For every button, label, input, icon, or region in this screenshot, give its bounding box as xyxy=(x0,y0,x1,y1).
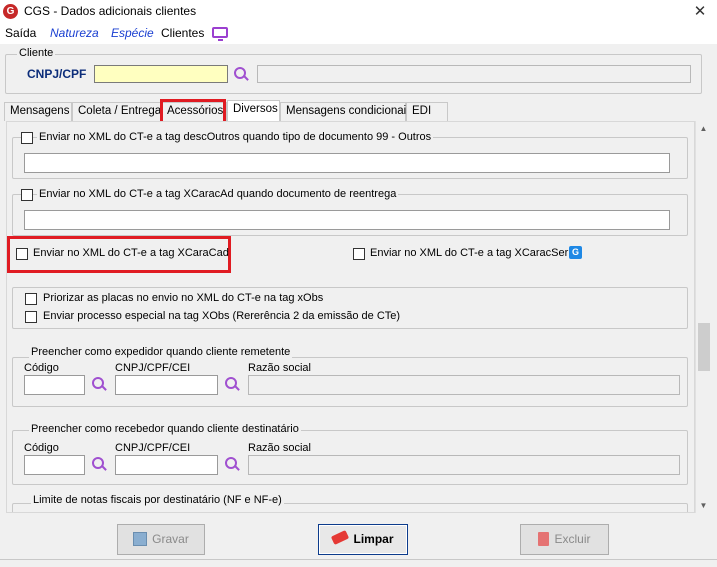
xcaracad-label: Enviar no XML do CT-e a tag XCaraCad xyxy=(33,247,229,259)
expedidor-codigo-label: Código xyxy=(24,362,59,374)
gravar-label: Gravar xyxy=(152,532,189,546)
scrollbar-thumb[interactable] xyxy=(698,323,710,371)
xcaracad-reentrega-checkbox[interactable] xyxy=(21,189,33,201)
expedidor-razao-field xyxy=(248,375,680,395)
recebedor-cnpj-search-icon[interactable] xyxy=(225,457,240,472)
close-icon[interactable]: ✕ xyxy=(690,2,710,20)
window-title: CGS - Dados adicionais clientes xyxy=(24,4,197,18)
processo-especial-checkbox[interactable] xyxy=(25,311,37,323)
tab-coleta-entrega[interactable]: Coleta / Entrega xyxy=(72,102,161,121)
menu-especie[interactable]: Espécie xyxy=(111,26,154,40)
desc-outros-label: Enviar no XML do CT-e a tag descOutros q… xyxy=(37,131,434,143)
xcaracser-checkbox[interactable] xyxy=(353,248,365,260)
eraser-icon xyxy=(331,530,350,545)
search-icon[interactable] xyxy=(234,67,249,82)
tab-diversos[interactable]: Diversos xyxy=(227,100,280,121)
priorizar-placas-label: Priorizar as placas no envio no XML do C… xyxy=(43,292,324,304)
recebedor-cnpj-input[interactable] xyxy=(115,455,218,475)
scroll-up-arrow-icon[interactable]: ▲ xyxy=(695,124,712,133)
app-logo-icon: G xyxy=(3,4,18,19)
excluir-label: Excluir xyxy=(554,532,591,546)
cnpj-cpf-label: CNPJ/CPF xyxy=(27,67,87,81)
diversos-panel: Enviar no XML do CT-e a tag descOutros q… xyxy=(6,121,695,513)
xcaracad-reentrega-input[interactable] xyxy=(24,210,670,230)
recebedor-razao-field xyxy=(248,455,680,475)
expedidor-codigo-search-icon[interactable] xyxy=(92,377,107,392)
menu-clientes[interactable]: Clientes xyxy=(161,26,204,40)
excluir-button[interactable]: Excluir xyxy=(520,524,609,555)
vertical-scrollbar[interactable] xyxy=(695,121,712,513)
recebedor-razao-label: Razão social xyxy=(248,442,311,454)
menu-saida[interactable]: Saída xyxy=(5,26,36,40)
scroll-down-arrow-icon[interactable]: ▼ xyxy=(695,501,712,510)
gravar-button[interactable]: Gravar xyxy=(117,524,205,555)
limpar-label: Limpar xyxy=(353,532,394,546)
desc-outros-input[interactable] xyxy=(24,153,670,173)
floppy-icon xyxy=(133,532,148,546)
expedidor-cnpj-search-icon[interactable] xyxy=(225,377,240,392)
trash-icon xyxy=(538,532,550,546)
limpar-button[interactable]: Limpar xyxy=(318,524,408,555)
cliente-group-label: Cliente xyxy=(17,47,56,59)
tab-strip: Mensagens Coleta / Entrega Acessórios Di… xyxy=(4,100,717,121)
expedidor-cnpj-input[interactable] xyxy=(115,375,218,395)
recebedor-cnpj-label: CNPJ/CPF/CEI xyxy=(115,442,191,454)
cnpj-cpf-input[interactable] xyxy=(94,65,228,83)
processo-especial-label: Enviar processo especial na tag XObs (Re… xyxy=(43,310,401,322)
menu-natureza[interactable]: Natureza xyxy=(50,26,99,40)
monitor-icon[interactable] xyxy=(212,27,228,41)
desc-outros-checkbox[interactable] xyxy=(21,132,33,144)
recebedor-group-label: Preencher como recebedor quando cliente … xyxy=(29,423,301,435)
tab-mensagens-condicionais[interactable]: Mensagens condicionais xyxy=(280,102,412,121)
xcaracad-reentrega-label: Enviar no XML do CT-e a tag XCaracAd qua… xyxy=(37,188,399,200)
recebedor-codigo-label: Código xyxy=(24,442,59,454)
expedidor-group-label: Preencher como expedidor quando cliente … xyxy=(29,346,293,358)
menu-bar: Saída Natureza Espécie Clientes xyxy=(0,24,717,44)
tab-mensagens[interactable]: Mensagens xyxy=(4,102,72,121)
expedidor-cnpj-label: CNPJ/CPF/CEI xyxy=(115,362,191,374)
priorizar-placas-checkbox[interactable] xyxy=(25,293,37,305)
xcaracser-label: Enviar no XML do CT-e a tag XCaracSer xyxy=(370,247,569,259)
expedidor-codigo-input[interactable] xyxy=(24,375,85,395)
recebedor-codigo-input[interactable] xyxy=(24,455,85,475)
g-badge-icon[interactable]: G xyxy=(569,246,582,259)
tab-edi[interactable]: EDI xyxy=(406,102,448,121)
recebedor-codigo-search-icon[interactable] xyxy=(92,457,107,472)
title-bar: G CGS - Dados adicionais clientes ✕ xyxy=(0,0,717,24)
xcaracad-checkbox[interactable] xyxy=(16,248,28,260)
status-bar xyxy=(0,559,717,567)
cliente-nome-field xyxy=(257,65,691,83)
expedidor-razao-label: Razão social xyxy=(248,362,311,374)
limite-group-label: Limite de notas fiscais por destinatário… xyxy=(31,494,284,506)
